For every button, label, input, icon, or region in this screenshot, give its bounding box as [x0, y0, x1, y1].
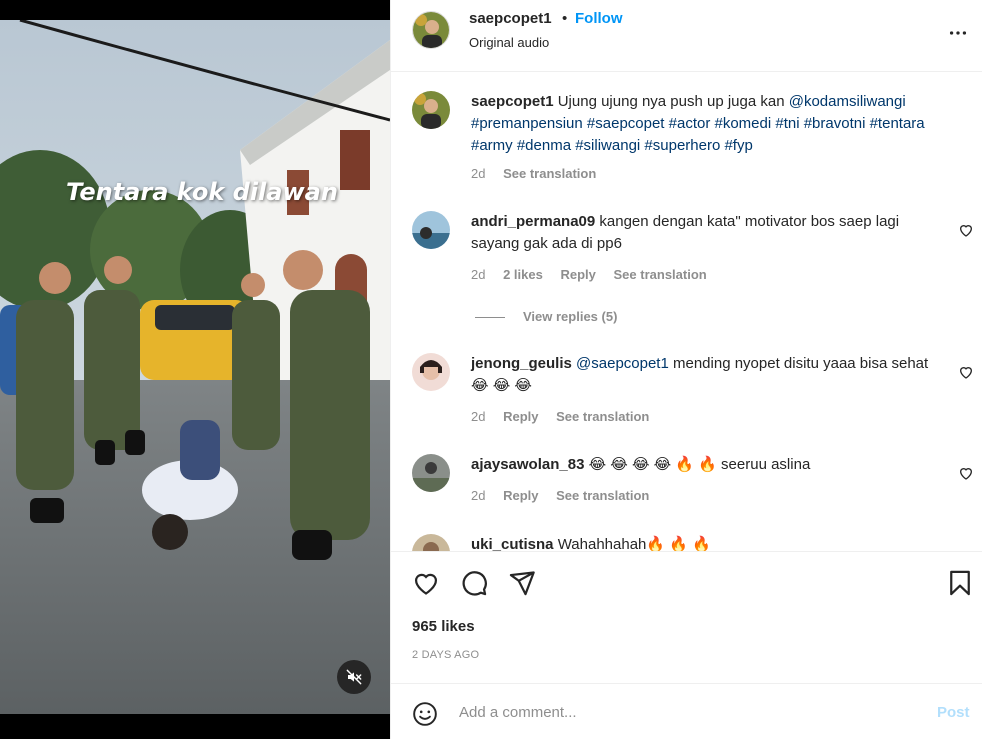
caption-text: saepcopet1 Ujung ujung nya push up juga …: [471, 91, 931, 157]
comments-list[interactable]: saepcopet1 Ujung ujung nya push up juga …: [391, 73, 982, 551]
heart-icon[interactable]: [958, 465, 974, 481]
view-replies-label: View replies (5): [523, 309, 618, 324]
caption-username[interactable]: saepcopet1: [471, 93, 554, 110]
see-translation-link[interactable]: See translation: [556, 488, 649, 503]
emoji-icon[interactable]: [412, 701, 438, 727]
avatar-image: [412, 211, 450, 249]
caption-body: Ujung ujung nya push up juga kan: [557, 93, 785, 110]
mute-toggle-button[interactable]: [337, 660, 371, 694]
heart-icon[interactable]: [412, 569, 440, 597]
caption-hashtags[interactable]: #premanpensiun #saepcopet #actor #komedi…: [471, 115, 925, 154]
reply-button[interactable]: Reply: [503, 488, 538, 503]
avatar-image: [413, 12, 449, 48]
author-username[interactable]: saepcopet1: [469, 10, 552, 27]
comment-meta: 2d Reply See translation: [471, 409, 663, 424]
comment-icon[interactable]: [460, 569, 488, 597]
comment-body: Wahahhahah🔥 🔥 🔥: [557, 536, 711, 551]
add-comment-bar: Post: [391, 683, 982, 739]
comment-avatar[interactable]: [412, 454, 450, 492]
comment-text: ajaysawolan_83 😂 😂 😂 😂 🔥 🔥 seeruu aslina: [471, 454, 931, 476]
video-frame[interactable]: Tentara kok dilawan: [0, 20, 390, 714]
replies-divider: [475, 317, 505, 319]
reply-button[interactable]: Reply: [503, 409, 538, 424]
comment-text: andri_permana09 kangen dengan kata" moti…: [471, 211, 931, 255]
post-actions: 965 likes 2 DAYS AGO: [391, 551, 982, 683]
comment-username[interactable]: uki_cutisna: [471, 536, 554, 551]
comment-likes[interactable]: 2 likes: [503, 267, 543, 282]
post-comment-button[interactable]: Post: [937, 704, 970, 721]
bookmark-icon[interactable]: [946, 569, 974, 597]
post-media[interactable]: Tentara kok dilawan: [0, 0, 390, 739]
author-avatar[interactable]: [412, 11, 450, 49]
more-options-icon[interactable]: [947, 22, 969, 44]
comment-avatar[interactable]: [412, 353, 450, 391]
view-replies-button[interactable]: View replies (5): [475, 309, 617, 324]
post-timestamp[interactable]: 2 DAYS AGO: [412, 649, 479, 661]
caption-meta: 2d See translation: [471, 166, 610, 181]
caption-age: 2d: [471, 166, 486, 181]
comment-username[interactable]: andri_permana09: [471, 213, 595, 230]
likes-count[interactable]: 965 likes: [412, 618, 475, 635]
audio-label[interactable]: Original audio: [469, 35, 549, 50]
heart-icon[interactable]: [958, 364, 974, 380]
comment-username[interactable]: jenong_geulis: [471, 355, 572, 372]
video-overlay-caption: Tentara kok dilawan: [66, 178, 338, 206]
caption-avatar[interactable]: [412, 91, 450, 129]
comment-username[interactable]: ajaysawolan_83: [471, 456, 584, 473]
comment-meta: 2d 2 likes Reply See translation: [471, 267, 721, 282]
comment-text: jenong_geulis @saepcopet1 mending nyopet…: [471, 353, 931, 397]
follow-button[interactable]: Follow: [575, 10, 623, 27]
comment-body: 😂 😂 😂 😂 🔥 🔥 seeruu aslina: [588, 456, 811, 473]
comment-avatar[interactable]: [412, 534, 450, 551]
heart-icon[interactable]: [958, 222, 974, 238]
comment-age: 2d: [471, 409, 486, 424]
speaker-muted-icon: [346, 669, 362, 685]
see-translation-link[interactable]: See translation: [556, 409, 649, 424]
reply-button[interactable]: Reply: [560, 267, 595, 282]
comment-mention[interactable]: @saepcopet1: [576, 355, 669, 372]
avatar-image: [412, 454, 450, 492]
comment-avatar[interactable]: [412, 211, 450, 249]
comment-text: uki_cutisna Wahahhahah🔥 🔥 🔥: [471, 534, 931, 551]
comment-age: 2d: [471, 267, 486, 282]
avatar-image: [412, 534, 450, 551]
post-side-panel: saepcopet1 • Follow Original audio saepc…: [390, 0, 982, 739]
avatar-image: [412, 91, 450, 129]
see-translation-link[interactable]: See translation: [503, 166, 596, 181]
comment-age: 2d: [471, 488, 486, 503]
separator-dot: •: [562, 10, 568, 27]
post-header: saepcopet1 • Follow Original audio: [391, 0, 982, 72]
share-icon[interactable]: [508, 569, 536, 597]
avatar-image: [412, 353, 450, 391]
caption-mention[interactable]: @kodamsiliwangi: [789, 93, 906, 110]
video-thumbnail-image: [0, 20, 390, 714]
comment-meta: 2d Reply See translation: [471, 488, 663, 503]
comment-input[interactable]: [459, 698, 899, 726]
see-translation-link[interactable]: See translation: [614, 267, 707, 282]
